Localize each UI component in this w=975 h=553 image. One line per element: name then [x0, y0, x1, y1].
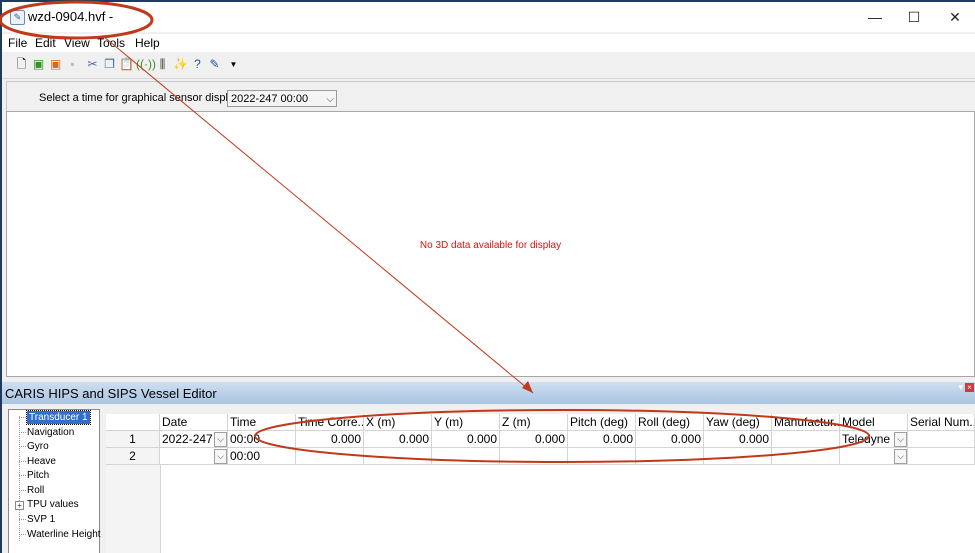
tree-branch	[19, 461, 26, 462]
open-recent-icon[interactable]: ▣	[48, 57, 63, 72]
tree-item-waterline-height[interactable]: Waterline Height	[27, 528, 101, 541]
column-header-x[interactable]: X (m)	[364, 414, 432, 431]
time-correction-cell[interactable]: 0.000	[296, 431, 364, 448]
serial-number-cell[interactable]	[908, 448, 975, 465]
time-cell[interactable]: 00:00	[228, 448, 296, 465]
new-file-icon[interactable]: 🗋	[14, 57, 29, 72]
wand-icon[interactable]: ✨	[173, 57, 188, 72]
toolbar: 🗋 ▣ ▣ ▪ ✂ ❐ 📋 ((·)) ⫼ ✨ ? ✎ ▼	[2, 52, 975, 79]
z-cell[interactable]: 0.000	[500, 431, 568, 448]
tree-branch	[19, 475, 26, 476]
maximize-button[interactable]: ☐	[892, 2, 936, 32]
menu-file[interactable]: File	[8, 36, 27, 50]
time-dropdown[interactable]: 2022-247 00:00 ⌵	[227, 90, 337, 107]
yaw-cell[interactable]: 0.000	[704, 431, 772, 448]
tree-item-svp-1[interactable]: SVP 1	[27, 513, 55, 526]
open-icon[interactable]: ▣	[31, 57, 46, 72]
tree-guide-line	[19, 416, 20, 541]
tree-item-roll[interactable]: Roll	[27, 484, 44, 497]
expand-plus-icon[interactable]: +	[15, 501, 24, 510]
tree-branch	[19, 490, 26, 491]
grid-corner	[106, 414, 160, 431]
row-header[interactable]: 1	[106, 431, 160, 448]
column-header-roll[interactable]: Roll (deg)	[636, 414, 704, 431]
column-header-pitch[interactable]: Pitch (deg)	[568, 414, 636, 431]
menu-bar: File Edit View Tools Help	[2, 34, 975, 52]
tree-item-navigation[interactable]: Navigation	[27, 426, 74, 439]
cut-icon[interactable]: ✂	[85, 57, 100, 72]
sensor-data-grid: Date Time Time Corre... X (m) Y (m) Z (m…	[106, 414, 975, 553]
column-header-time-correction[interactable]: Time Corre...	[296, 414, 364, 431]
title-bar: ✎ wzd-0904.hvf - — ☐ ✕	[2, 2, 975, 32]
close-button[interactable]: ✕	[933, 2, 975, 32]
tree-branch	[19, 432, 26, 433]
menu-edit[interactable]: Edit	[35, 36, 56, 50]
app-info-icon[interactable]: ✎	[207, 57, 222, 72]
column-header-model[interactable]: Model	[840, 414, 908, 431]
tree-branch	[19, 519, 26, 520]
row-header-column	[106, 465, 161, 553]
z-cell[interactable]	[500, 448, 568, 465]
paste-icon[interactable]: 📋	[119, 57, 134, 72]
minimize-button[interactable]: —	[853, 2, 897, 32]
pitch-cell[interactable]: 0.000	[568, 431, 636, 448]
tree-branch	[19, 534, 26, 535]
help-icon[interactable]: ?	[190, 57, 205, 72]
application-window: ✎ wzd-0904.hvf - — ☐ ✕ File Edit View To…	[2, 2, 975, 553]
dropdown-arrow-icon[interactable]: ▼	[226, 57, 241, 72]
manufacturer-cell[interactable]	[772, 448, 840, 465]
column-header-date[interactable]: Date	[160, 414, 228, 431]
column-header-y[interactable]: Y (m)	[432, 414, 500, 431]
x-cell[interactable]	[364, 448, 432, 465]
yaw-cell[interactable]	[704, 448, 772, 465]
tree-branch	[19, 417, 26, 418]
sensor-tree: Transducer 1 Navigation Gyro Heave Pitch…	[8, 409, 101, 553]
panel-menu-icon[interactable]: ▾	[958, 382, 963, 393]
tree-branch	[19, 446, 26, 447]
column-header-manufacturer[interactable]: Manufactur...	[772, 414, 840, 431]
chevron-down-icon[interactable]: ⌵	[214, 432, 227, 447]
chevron-down-icon[interactable]: ⌵	[894, 432, 907, 447]
vessel-editor-header: CARIS HIPS and SIPS Vessel Editor ▾ ×	[2, 382, 975, 404]
y-cell[interactable]	[432, 448, 500, 465]
roll-cell[interactable]	[636, 448, 704, 465]
tree-item-tpu-values[interactable]: TPU values	[27, 498, 79, 511]
tree-item-gyro[interactable]: Gyro	[27, 440, 49, 453]
column-header-yaw[interactable]: Yaw (deg)	[704, 414, 772, 431]
window-title: wzd-0904.hvf -	[28, 9, 114, 24]
column-header-z[interactable]: Z (m)	[500, 414, 568, 431]
panel-close-icon[interactable]: ×	[965, 383, 974, 392]
time-cell[interactable]: 00:00	[228, 431, 296, 448]
x-cell[interactable]: 0.000	[364, 431, 432, 448]
copy-icon[interactable]: ❐	[102, 57, 117, 72]
column-header-serial-number[interactable]: Serial Num...	[908, 414, 975, 431]
tree-item-transducer-1[interactable]: Transducer 1	[26, 410, 91, 425]
menu-view[interactable]: View	[64, 36, 90, 50]
no-data-message: No 3D data available for display	[419, 240, 562, 251]
chevron-down-icon[interactable]: ⌵	[894, 449, 907, 464]
chevron-down-icon: ⌵	[326, 94, 334, 105]
chevron-down-icon[interactable]: ⌵	[214, 449, 227, 464]
menu-tools[interactable]: Tools	[97, 36, 125, 50]
sensor-time-label: Select a time for graphical sensor displ…	[39, 92, 243, 104]
save-icon[interactable]: ▪	[65, 57, 80, 72]
menu-help[interactable]: Help	[135, 36, 160, 50]
app-logo-icon: ✎	[10, 10, 25, 25]
wireless-sensor-icon[interactable]: ((·))	[136, 57, 156, 72]
vessel-config-icon[interactable]: ⫼	[155, 57, 170, 72]
graphical-sensor-display[interactable]: No 3D data available for display	[6, 111, 975, 377]
sensor-time-selector: Select a time for graphical sensor displ…	[6, 81, 975, 113]
tree-item-heave[interactable]: Heave	[27, 455, 56, 468]
y-cell[interactable]: 0.000	[432, 431, 500, 448]
roll-cell[interactable]: 0.000	[636, 431, 704, 448]
manufacturer-cell[interactable]	[772, 431, 840, 448]
pitch-cell[interactable]	[568, 448, 636, 465]
vessel-editor-title: CARIS HIPS and SIPS Vessel Editor	[5, 386, 217, 401]
tree-item-pitch[interactable]: Pitch	[27, 469, 49, 482]
column-header-time[interactable]: Time	[228, 414, 296, 431]
time-correction-cell[interactable]	[296, 448, 364, 465]
row-header[interactable]: 2	[106, 448, 160, 465]
serial-number-cell[interactable]	[908, 431, 975, 448]
time-dropdown-value: 2022-247 00:00	[231, 93, 309, 105]
